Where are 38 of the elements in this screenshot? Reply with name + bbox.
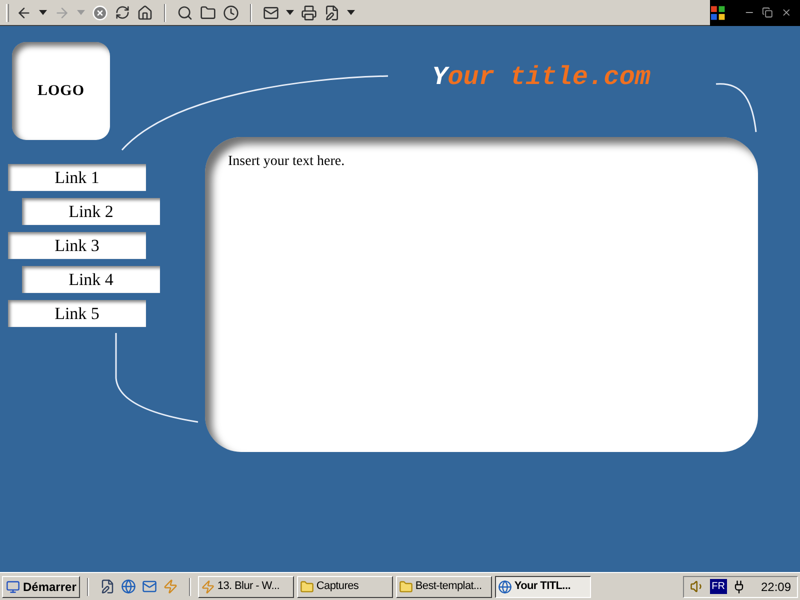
folder-icon	[399, 580, 414, 594]
stop-icon[interactable]	[92, 4, 108, 20]
nav-link[interactable]: Link 2	[22, 198, 160, 225]
dropdown-caret-icon[interactable]	[39, 10, 47, 15]
globe-icon	[498, 580, 512, 594]
dropdown-caret-icon[interactable]	[286, 10, 294, 15]
nav-link[interactable]: Link 5	[8, 300, 146, 327]
curve-line	[716, 83, 757, 132]
mail-icon[interactable]	[142, 579, 158, 594]
task-button[interactable]: Best-templat...	[396, 576, 492, 598]
edit-icon[interactable]	[324, 4, 340, 20]
start-button[interactable]: Démarrer	[2, 576, 80, 598]
printer-icon[interactable]	[301, 4, 317, 20]
task-button[interactable]: Captures	[297, 576, 394, 598]
clock-text: 22:09	[760, 578, 791, 596]
refresh-icon[interactable]	[115, 5, 130, 20]
nav-link[interactable]: Link 3	[8, 232, 146, 259]
logo-text: LOGO	[37, 82, 84, 101]
nav-link[interactable]: Link 1	[8, 164, 146, 191]
site-title: Your title.com	[432, 62, 650, 92]
mail-icon[interactable]	[263, 4, 279, 20]
dropdown-caret-icon[interactable]	[347, 10, 355, 15]
folder-icon	[300, 580, 314, 594]
home-icon[interactable]	[137, 4, 153, 20]
language-indicator[interactable]: FR	[710, 579, 727, 594]
task-button[interactable]: 13. Blur - W...	[198, 576, 294, 598]
nav-link[interactable]: Link 4	[22, 266, 160, 293]
restore-icon[interactable]	[762, 7, 774, 18]
browser-icon[interactable]	[121, 579, 136, 594]
content-text: Insert your text here.	[228, 153, 346, 171]
search-icon[interactable]	[177, 4, 193, 20]
windows-logo-icon	[710, 4, 726, 20]
lightning-icon	[201, 580, 216, 594]
task-button[interactable]: Your TITL...	[495, 576, 592, 598]
back-icon[interactable]	[16, 4, 32, 20]
close-icon[interactable]	[781, 7, 792, 18]
clock-icon[interactable]	[223, 4, 239, 20]
folder-icon[interactable]	[200, 4, 216, 20]
